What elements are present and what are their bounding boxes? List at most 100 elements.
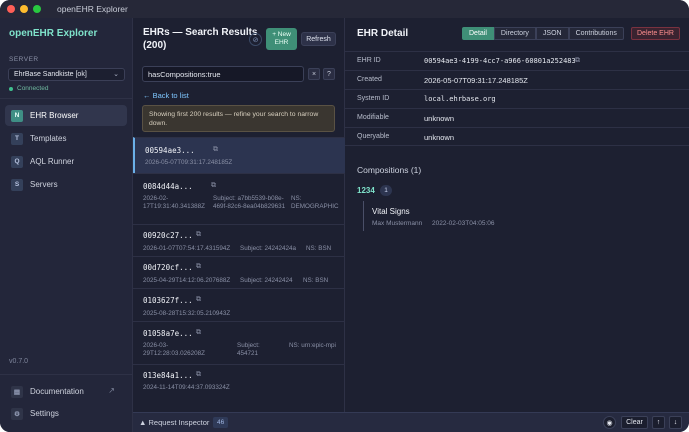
ehr-namespace: NS: BSN	[306, 245, 332, 252]
field-value: 2026-05-07T09:31:17.248185Z	[424, 76, 528, 85]
copy-icon[interactable]: ⧉	[196, 263, 201, 271]
copy-icon[interactable]: ⧉	[196, 231, 201, 239]
copy-icon[interactable]: ⧉	[211, 182, 216, 190]
nav-item-templates[interactable]: T Templates	[5, 128, 127, 149]
arrow-up-icon[interactable]: ↑	[652, 416, 665, 429]
field-value: unknown	[424, 114, 455, 123]
aql-runner-icon: Q	[11, 155, 23, 168]
settings-label: Settings	[30, 409, 59, 418]
help-icon[interactable]: ?	[323, 68, 335, 80]
copy-icon[interactable]: ⧉	[196, 296, 201, 304]
gear-icon: ⚙	[11, 407, 23, 420]
nav-item-servers[interactable]: S Servers	[5, 174, 127, 195]
delete-ehr-button[interactable]: Delete EHR	[631, 27, 680, 40]
list-item[interactable]: 00d720cf... ⧉ 2025-04-29T14:12:06.207688…	[133, 256, 345, 288]
copy-icon[interactable]: ⧉	[196, 371, 201, 379]
composition-name: Vital Signs	[372, 207, 410, 216]
clear-search-icon[interactable]: ⊘	[249, 33, 262, 46]
nav-item-ehr-browser[interactable]: N EHR Browser	[5, 105, 127, 126]
list-item[interactable]: 0084d44a... ⧉ 2026-02-17T19:31:40.341388…	[133, 173, 345, 224]
nav-item-aql-runner[interactable]: Q AQL Runner	[5, 151, 127, 172]
field-row: Created 2026-05-07T09:31:17.248185Z	[345, 70, 689, 89]
copy-icon[interactable]: ⧉	[213, 146, 218, 154]
results-panel: EHRs — Search Results (200) ⊘ + New EHR …	[133, 18, 345, 412]
list-item[interactable]: 00594ae3... ⧉ 2026-05-07T09:31:17.248185…	[133, 137, 345, 173]
app-window: openEHR Explorer openEHR Explorer SERVER…	[0, 0, 689, 432]
composition-author: Max Mustermann	[372, 220, 423, 227]
clear-button[interactable]: Clear	[621, 416, 648, 429]
list-item[interactable]: 013e84a1... ⧉ 2024-11-14T09:44:37.093324…	[133, 364, 345, 394]
tab-directory[interactable]: Directory	[493, 27, 536, 40]
detail-tabs: Detail Directory JSON Contributions	[462, 27, 624, 40]
results-limit-notice: Showing first 200 results — refine your …	[142, 105, 335, 132]
ehr-browser-icon: N	[11, 109, 23, 122]
connection-status-text: Connected	[17, 85, 49, 92]
server-label: SERVER	[9, 56, 39, 63]
ehr-created: 2025-08-28T15:32:05.210943Z	[143, 310, 231, 317]
sidebar: openEHR Explorer SERVER EhrBase Sandkist…	[0, 18, 133, 432]
maximize-window-button[interactable]	[33, 5, 41, 13]
ehr-id: 0103627f...	[143, 296, 193, 305]
ehr-subject: Subject: 24242424	[240, 277, 293, 284]
field-key: EHR ID	[357, 57, 381, 64]
ehr-id: 01058a7e...	[143, 329, 193, 338]
servers-icon: S	[11, 178, 23, 191]
field-value: local.ehrbase.org	[424, 95, 496, 103]
request-count-badge: 46	[213, 417, 229, 428]
connection-status: Connected	[9, 85, 48, 92]
ehr-subject: Subject: a7bb5539-b08e-469f-82c6-8ea04b8…	[213, 195, 286, 210]
tab-json[interactable]: JSON	[535, 27, 569, 40]
pause-icon[interactable]: ◉	[603, 416, 616, 429]
new-ehr-button[interactable]: + New EHR	[266, 28, 297, 50]
field-key: Created	[357, 76, 382, 83]
field-row: Modifiable unknown	[345, 108, 689, 127]
list-item[interactable]: 00920c27... ⧉ 2026-01-07T07:54:17.431594…	[133, 224, 345, 256]
external-link-icon: ↗	[108, 386, 115, 395]
ehr-namespace: NS: BSN	[303, 277, 329, 284]
copy-icon[interactable]: ⧉	[575, 57, 580, 65]
field-key: Queryable	[357, 133, 390, 140]
documentation-link[interactable]: ▤ Documentation ↗	[5, 381, 127, 402]
app-version: v0.7.0	[9, 358, 29, 365]
templates-icon: T	[11, 132, 23, 145]
ehr-id: 00594ae3...	[145, 146, 195, 155]
brand-title: openEHR Explorer	[9, 28, 98, 39]
tab-detail[interactable]: Detail	[462, 27, 494, 40]
field-row: Queryable unknown	[345, 127, 689, 146]
list-item[interactable]: 01058a7e... ⧉ 2026-03-29T12:28:03.026208…	[133, 321, 345, 364]
chevron-down-icon: ⌄	[113, 71, 119, 78]
ehr-id: 0084d44a...	[143, 182, 193, 191]
tab-contributions[interactable]: Contributions	[568, 27, 624, 40]
request-inspector-text: Request Inspector	[148, 418, 210, 427]
nav-item-label: EHR Browser	[30, 111, 79, 120]
server-select[interactable]: EhrBase Sandkiste [ok] ⌄	[8, 68, 125, 81]
copy-icon[interactable]: ⧉	[196, 329, 201, 337]
list-item[interactable]: 0103627f... ⧉ 2025-08-28T15:32:05.210943…	[133, 288, 345, 321]
ehr-created: 2026-05-07T09:31:17.248185Z	[145, 159, 233, 166]
close-window-button[interactable]	[7, 5, 15, 13]
request-inspector-bar[interactable]: ▲ Request Inspector 46 ◉ Clear ↑ ↓	[133, 412, 689, 432]
minimize-window-button[interactable]	[20, 5, 28, 13]
nav-item-label: Servers	[30, 180, 58, 189]
ehr-created: 2025-04-29T14:12:06.207688Z	[143, 277, 231, 284]
document-icon: ▤	[11, 385, 23, 398]
ehr-id: 00920c27...	[143, 231, 193, 240]
nav-item-label: Templates	[30, 134, 67, 143]
divider	[0, 374, 133, 375]
arrow-down-icon[interactable]: ↓	[669, 416, 682, 429]
back-to-list-link[interactable]: ← Back to list	[143, 91, 189, 100]
composition-item[interactable]: Vital Signs Max Mustermann 2022-02-03T04…	[363, 201, 495, 231]
clear-icon[interactable]: ×	[308, 68, 320, 80]
ehr-namespace: NS: DEMOGRAPHIC	[291, 195, 339, 210]
nav-item-label: AQL Runner	[30, 157, 75, 166]
server-select-value: EhrBase Sandkiste [ok]	[14, 71, 87, 78]
ehr-id: 00d720cf...	[143, 263, 193, 272]
window-title: openEHR Explorer	[57, 4, 128, 14]
search-input[interactable]: hasCompositions:true	[142, 66, 304, 82]
settings-link[interactable]: ⚙ Settings	[5, 403, 127, 424]
ehr-created: 2026-02-17T19:31:40.341388Z	[143, 195, 205, 210]
composition-group-name[interactable]: 1234	[357, 186, 375, 195]
documentation-label: Documentation	[30, 387, 84, 396]
refresh-button[interactable]: Refresh	[301, 32, 336, 46]
ehr-id: 013e84a1...	[143, 371, 193, 380]
